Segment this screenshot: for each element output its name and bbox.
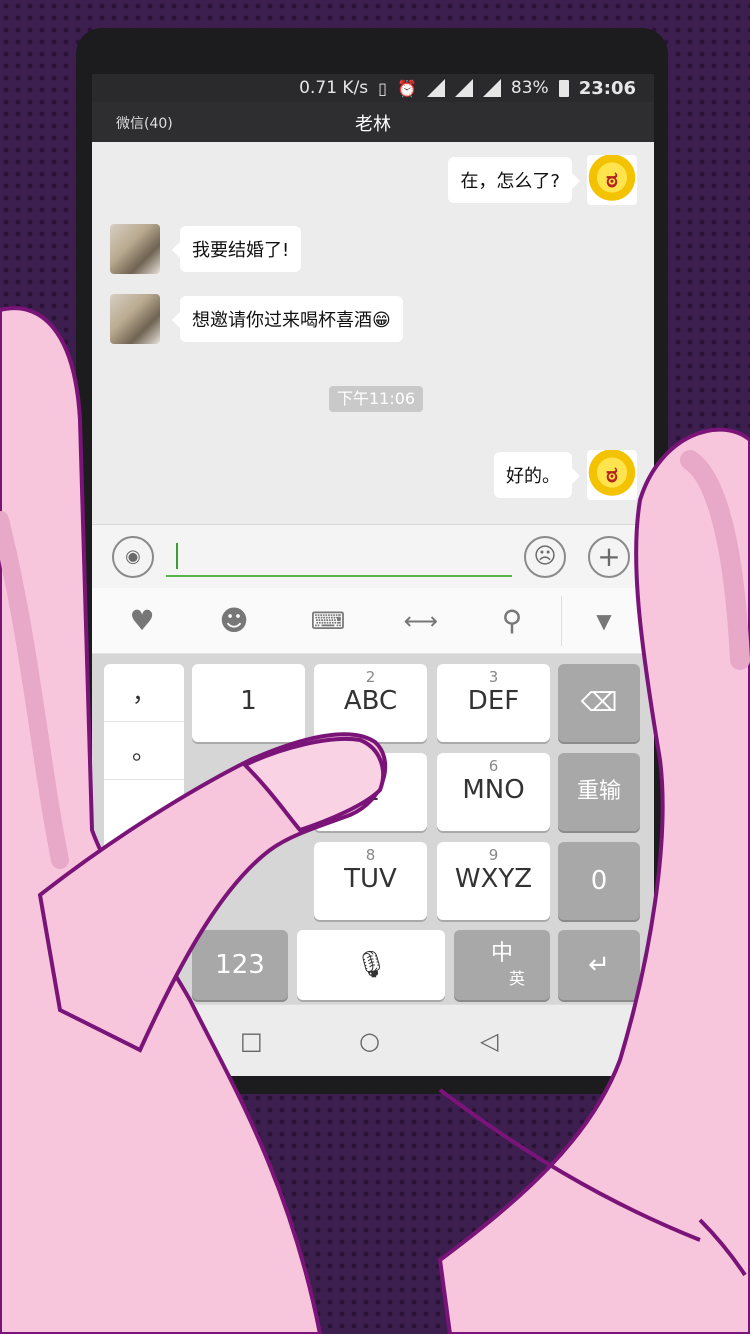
- keyboard-icon[interactable]: ⌨: [308, 602, 348, 640]
- battery-level: 83%: [510, 78, 549, 98]
- triangle-back-icon[interactable]: ◁: [480, 1027, 498, 1055]
- input-bar: ◉ ☹ +: [92, 524, 654, 588]
- symbol-key[interactable]: 。: [104, 722, 184, 780]
- plus-icon[interactable]: +: [588, 536, 630, 578]
- message-bubble[interactable]: 在，怎么了?: [448, 157, 580, 203]
- clock: 23:06: [578, 77, 636, 99]
- contact-name: 老林: [355, 114, 391, 135]
- android-nav-bar: □ ○ ◁: [92, 1004, 654, 1076]
- toolbar-divider: [561, 596, 562, 646]
- voice-icon[interactable]: ◉: [112, 536, 154, 578]
- delete-key[interactable]: ⌫: [558, 664, 640, 742]
- key-1[interactable]: 1: [192, 664, 305, 742]
- language-switch-key[interactable]: 中 英: [454, 930, 550, 1000]
- heart-icon[interactable]: ♥: [122, 602, 162, 640]
- cursor-move-icon[interactable]: ⟷: [401, 602, 441, 640]
- collapse-icon[interactable]: ▼: [584, 602, 624, 640]
- my-avatar[interactable]: ಠ: [587, 155, 637, 205]
- alarm-icon: ⏰: [396, 78, 417, 98]
- friend-avatar[interactable]: [110, 294, 160, 344]
- symbol-column[interactable]: ， 。: [104, 664, 184, 914]
- backspace-icon: ⌫: [580, 688, 618, 718]
- message-input[interactable]: [166, 537, 512, 577]
- friend-avatar[interactable]: [110, 224, 160, 274]
- key-jkl[interactable]: L: [314, 753, 427, 831]
- vibrate-icon: ▯: [378, 78, 387, 98]
- emoji-wink-icon[interactable]: ☻: [214, 602, 254, 640]
- key-wxyz[interactable]: 9 WXYZ: [437, 842, 550, 920]
- microphone-icon: 🎙: [354, 950, 388, 980]
- message-list: ಠ 在，怎么了? 我要结婚了! 想邀请你过来喝杯喜酒😁 下午11:06 ಠ 好的…: [92, 142, 654, 524]
- message-bubble[interactable]: 我要结婚了!: [171, 226, 302, 272]
- message-bubble[interactable]: 好的。: [494, 452, 580, 498]
- text-cursor: [176, 543, 178, 569]
- face-sticker-icon: ಠ: [606, 168, 618, 193]
- keyboard-toolbar: ♥ ☻ ⌨ ⟷ ⚲ ▼: [92, 588, 654, 654]
- key-mno[interactable]: 6 MNO: [437, 753, 550, 831]
- enter-icon: ↵: [588, 950, 610, 980]
- key-abc[interactable]: 2 ABC: [314, 664, 427, 742]
- circle-icon[interactable]: ○: [359, 1027, 380, 1055]
- enter-key[interactable]: ↵: [558, 930, 640, 1000]
- signal-icon-2: [482, 79, 501, 97]
- battery-icon: [558, 79, 569, 97]
- key-tuv[interactable]: 8 TUV: [314, 842, 427, 920]
- emoji-face-icon[interactable]: ☹: [524, 536, 566, 578]
- wifi-icon: [426, 79, 445, 97]
- status-bar: 0.71 K/s ▯ ⏰ 83% 23:06: [92, 74, 654, 102]
- square-icon[interactable]: □: [240, 1027, 263, 1055]
- microphone-key[interactable]: 🎙: [297, 930, 445, 1000]
- signal-icon: [454, 79, 473, 97]
- search-icon[interactable]: ⚲: [492, 602, 532, 640]
- number-mode-key[interactable]: 123: [192, 930, 288, 1000]
- network-speed: 0.71 K/s: [299, 78, 369, 98]
- symbol-key[interactable]: ，: [104, 664, 184, 722]
- key-zero[interactable]: 0: [558, 842, 640, 920]
- message-timestamp: 下午11:06: [329, 386, 424, 412]
- my-avatar[interactable]: ಠ: [587, 450, 637, 500]
- key-def[interactable]: 3 DEF: [437, 664, 550, 742]
- message-bubble[interactable]: 想邀请你过来喝杯喜酒😁: [172, 296, 403, 342]
- face-sticker-icon: ಠ: [606, 463, 618, 488]
- chat-title-bar: 微信(40) 老林: [92, 102, 654, 142]
- phone-screen: 0.71 K/s ▯ ⏰ 83% 23:06 微信(40) 老林 ಠ 在，怎么了…: [92, 74, 654, 1076]
- t9-keyboard: ， 。 1 2 ABC 3 DEF ⌫ L 6 MNO 重输 8 TUV 9 W…: [92, 654, 654, 1004]
- reinput-key[interactable]: 重输: [558, 753, 640, 831]
